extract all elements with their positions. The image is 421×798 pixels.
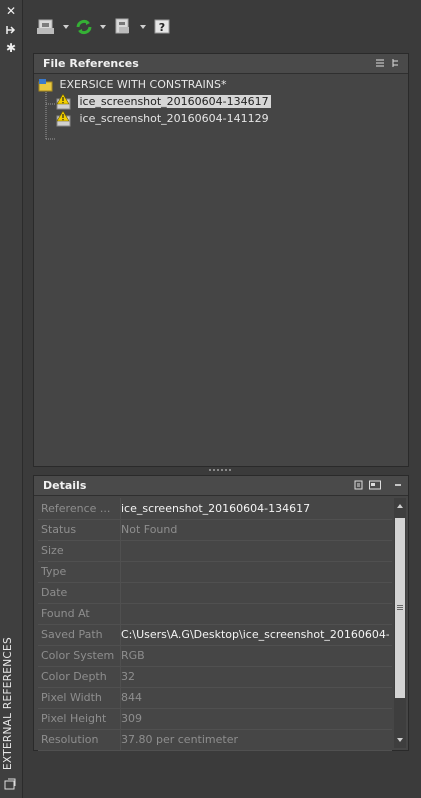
detail-key: Resolution xyxy=(41,733,99,746)
help-icon: ? xyxy=(154,19,170,34)
detail-value: 844 xyxy=(121,691,142,704)
details-view-icon[interactable] xyxy=(354,480,364,490)
palette-title-bar: ✕ ✱ EXTERNAL REFERENCES xyxy=(0,0,23,798)
detail-value: ice_screenshot_20160604-134617 xyxy=(121,502,311,515)
detail-key: Found At xyxy=(41,607,90,620)
details-panel: Details Reference ... ice_screenshot_2016… xyxy=(33,475,409,751)
palette-title: EXTERNAL REFERENCES xyxy=(2,637,14,770)
detail-key: Size xyxy=(41,544,64,557)
file-references-panel: File References EXERSICE WITH CONSTRAINS… xyxy=(33,53,409,467)
properties-gear-icon[interactable]: ✱ xyxy=(5,42,17,54)
tree-item-1[interactable]: ice_screenshot_20160604-134617 xyxy=(56,93,271,110)
detail-value: 32 xyxy=(121,670,135,683)
detail-row[interactable]: Resolution 37.80 per centimeter xyxy=(38,729,392,751)
attach-dwg-icon xyxy=(37,19,54,34)
preview-view-icon[interactable] xyxy=(369,480,381,490)
detail-key: Type xyxy=(41,565,67,578)
tree-item-label: ice_screenshot_20160604-141129 xyxy=(79,112,269,125)
detail-value: 37.80 per centimeter xyxy=(121,733,238,746)
file-references-header: File References xyxy=(34,54,408,74)
detail-value: RGB xyxy=(121,649,145,662)
detail-row[interactable]: Date xyxy=(38,582,392,604)
detail-key: Pixel Height xyxy=(41,712,107,725)
close-icon[interactable]: ✕ xyxy=(5,5,17,17)
drawing-root-icon xyxy=(38,79,53,92)
detail-row[interactable]: Pixel Height 309 xyxy=(38,708,392,730)
panel-splitter[interactable] xyxy=(33,466,409,474)
refresh-icon xyxy=(76,19,92,35)
details-title: Details xyxy=(43,479,87,492)
tree-item-label: ice_screenshot_20160604-134617 xyxy=(77,95,271,108)
detail-row[interactable]: Saved Path C:\Users\A.G\Desktop\ice_scree… xyxy=(38,624,392,646)
tree-root-row[interactable]: EXERSICE WITH CONSTRAINS* xyxy=(38,77,229,93)
splitter-grip-icon xyxy=(209,469,233,471)
scroll-up-icon[interactable] xyxy=(397,504,403,508)
detail-key: Date xyxy=(41,586,68,599)
detail-key: Status xyxy=(41,523,77,536)
palette-menu-icon[interactable] xyxy=(4,778,16,790)
thumb-grip-icon xyxy=(397,604,403,610)
detail-key: Pixel Width xyxy=(41,691,102,704)
help-button[interactable]: ? xyxy=(154,18,172,36)
detail-row[interactable]: Size xyxy=(38,540,392,562)
collapse-icon[interactable] xyxy=(393,480,403,490)
file-references-tree: EXERSICE WITH CONSTRAINS* ice_screenshot… xyxy=(34,74,408,466)
detail-row[interactable]: Type xyxy=(38,561,392,583)
attach-dwg-button[interactable] xyxy=(36,18,70,36)
details-scrollbar[interactable] xyxy=(394,498,406,748)
tree-item-2[interactable]: ice_screenshot_20160604-141129 xyxy=(56,110,271,127)
details-header: Details xyxy=(34,476,408,496)
detail-row[interactable]: Status Not Found xyxy=(38,519,392,541)
image-not-found-icon xyxy=(56,93,71,110)
change-path-button[interactable] xyxy=(114,18,148,36)
detail-key: Color Depth xyxy=(41,670,107,683)
detail-row[interactable]: Color Depth 32 xyxy=(38,666,392,688)
list-view-icon[interactable] xyxy=(375,58,385,68)
detail-row[interactable]: Pixel Width 844 xyxy=(38,687,392,709)
detail-value: Not Found xyxy=(121,523,178,536)
details-table: Reference ... ice_screenshot_20160604-134… xyxy=(34,496,408,751)
svg-text:?: ? xyxy=(159,21,165,34)
image-not-found-icon xyxy=(56,110,71,127)
auto-hide-icon[interactable] xyxy=(5,24,17,36)
scroll-down-icon[interactable] xyxy=(397,738,403,742)
detail-key: Reference ... xyxy=(41,502,111,515)
detail-row[interactable]: Found At xyxy=(38,603,392,625)
detail-row[interactable]: Color System RGB xyxy=(38,645,392,667)
tree-view-icon[interactable] xyxy=(391,58,401,68)
refresh-button[interactable] xyxy=(74,18,108,36)
change-path-icon xyxy=(115,18,129,34)
detail-value: 309 xyxy=(121,712,142,725)
detail-key: Saved Path xyxy=(41,628,103,641)
file-references-title: File References xyxy=(43,57,139,70)
detail-key: Color System xyxy=(41,649,115,662)
detail-value: C:\Users\A.G\Desktop\ice_screenshot_2016… xyxy=(121,628,389,641)
detail-row[interactable]: Reference ... ice_screenshot_20160604-134… xyxy=(38,498,392,520)
tree-root-label: EXERSICE WITH CONSTRAINS* xyxy=(59,78,227,91)
